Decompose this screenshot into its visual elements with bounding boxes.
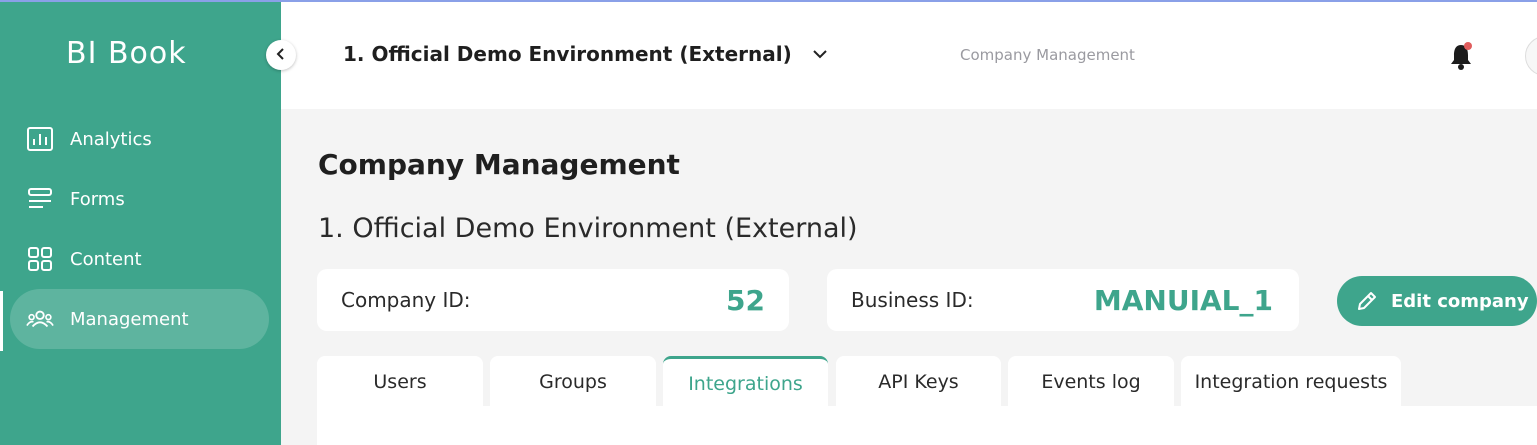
edit-company-button[interactable]: Edit company	[1337, 276, 1537, 326]
chevron-down-icon	[812, 49, 828, 59]
chevron-left-icon	[275, 46, 287, 65]
analytics-icon	[26, 125, 54, 153]
tab-events-log[interactable]: Events log	[1008, 356, 1174, 408]
environment-name: 1. Official Demo Environment (External)	[343, 42, 792, 66]
sidebar-item-analytics[interactable]: Analytics	[10, 109, 269, 169]
window-top-border	[0, 0, 1537, 2]
notifications-button[interactable]	[1448, 41, 1476, 75]
company-id-card: Company ID: 52	[317, 269, 789, 331]
pencil-icon	[1355, 289, 1379, 313]
tab-api-keys[interactable]: API Keys	[836, 356, 1001, 408]
users-icon	[26, 305, 54, 333]
company-id-value: 52	[726, 283, 765, 317]
business-id-card: Business ID: MANUIAL_1	[827, 269, 1299, 331]
sidebar-item-content[interactable]: Content	[10, 229, 269, 289]
company-name: 1. Official Demo Environment (External)	[318, 213, 858, 244]
sidebar-item-label: Forms	[70, 188, 125, 210]
environment-selector[interactable]: 1. Official Demo Environment (External)	[343, 42, 828, 66]
forms-icon	[26, 185, 54, 213]
sidebar-item-forms[interactable]: Forms	[10, 169, 269, 229]
bell-icon	[1448, 42, 1476, 75]
page-title: Company Management	[318, 148, 680, 181]
top-header: 1. Official Demo Environment (External) …	[281, 2, 1537, 109]
sidebar-item-management[interactable]: Management	[10, 289, 269, 349]
sidebar-item-label: Analytics	[70, 128, 152, 150]
content-icon	[26, 245, 54, 273]
tab-content-panel	[317, 406, 1537, 445]
sidebar-item-label: Management	[70, 308, 189, 330]
sidebar: BI Book Analytics Forms Content Manageme…	[0, 2, 281, 445]
app-logo: BI Book	[66, 36, 187, 71]
avatar[interactable]	[1525, 36, 1537, 76]
active-indicator	[0, 291, 3, 351]
business-id-label: Business ID:	[851, 288, 974, 312]
tab-groups[interactable]: Groups	[490, 356, 656, 408]
tab-users[interactable]: Users	[317, 356, 483, 408]
collapse-sidebar-button[interactable]	[266, 40, 296, 70]
sidebar-item-label: Content	[70, 248, 142, 270]
tab-integrations[interactable]: Integrations	[663, 356, 828, 408]
company-id-label: Company ID:	[341, 288, 471, 312]
business-id-value: MANUIAL_1	[1093, 283, 1273, 317]
breadcrumb: Company Management	[960, 46, 1135, 64]
tab-integration-requests[interactable]: Integration requests	[1181, 356, 1401, 408]
edit-company-label: Edit company	[1391, 290, 1529, 312]
